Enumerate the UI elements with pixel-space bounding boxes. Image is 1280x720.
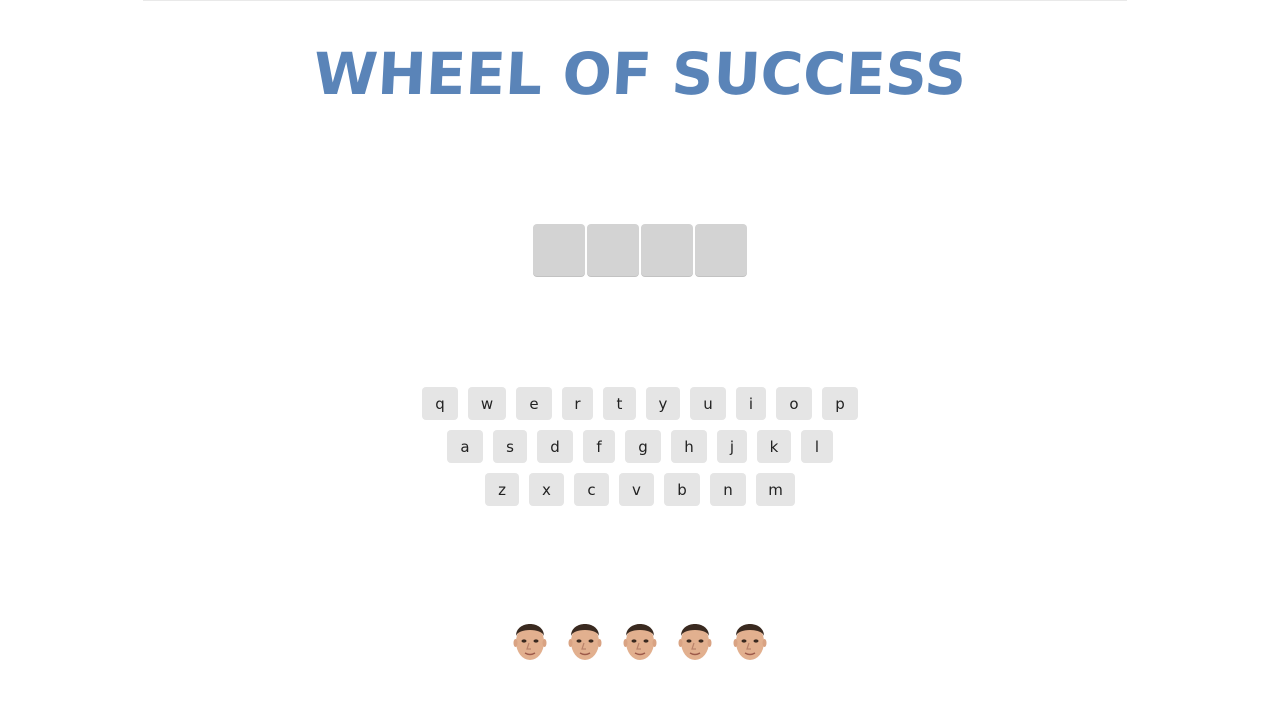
- key-h[interactable]: h: [671, 430, 707, 463]
- key-n[interactable]: n: [710, 473, 746, 506]
- key-c[interactable]: c: [574, 473, 609, 506]
- letter-tile: [587, 224, 639, 276]
- key-t[interactable]: t: [603, 387, 636, 420]
- face-icon: [677, 614, 713, 664]
- key-e[interactable]: e: [516, 387, 552, 420]
- face-icon: [622, 614, 658, 664]
- face-icon: [512, 614, 548, 664]
- key-f[interactable]: f: [583, 430, 615, 463]
- letter-tile: [533, 224, 585, 276]
- key-d[interactable]: d: [537, 430, 573, 463]
- key-p[interactable]: p: [822, 387, 858, 420]
- key-o[interactable]: o: [776, 387, 812, 420]
- key-a[interactable]: a: [447, 430, 483, 463]
- face-icon: [732, 614, 768, 664]
- keyboard-row-2: a s d f g h j k l: [0, 430, 1280, 473]
- phrase-board: [533, 224, 747, 276]
- keyboard-row-3: z x c v b n m: [0, 473, 1280, 516]
- key-r[interactable]: r: [562, 387, 593, 420]
- key-m[interactable]: m: [756, 473, 795, 506]
- game-title: WHEEL OF SUCCESS: [311, 40, 969, 108]
- key-l[interactable]: l: [801, 430, 833, 463]
- key-v[interactable]: v: [619, 473, 654, 506]
- key-k[interactable]: k: [757, 430, 791, 463]
- key-w[interactable]: w: [468, 387, 506, 420]
- key-s[interactable]: s: [493, 430, 527, 463]
- key-q[interactable]: q: [422, 387, 458, 420]
- key-b[interactable]: b: [664, 473, 700, 506]
- face-icon: [567, 614, 603, 664]
- key-x[interactable]: x: [529, 473, 564, 506]
- key-z[interactable]: z: [485, 473, 519, 506]
- lives-display: [512, 614, 768, 664]
- letter-tile: [695, 224, 747, 276]
- key-g[interactable]: g: [625, 430, 661, 463]
- keyboard-row-1: q w e r t y u i o p: [0, 387, 1280, 430]
- top-divider: [143, 0, 1127, 1]
- letter-tile: [641, 224, 693, 276]
- key-u[interactable]: u: [690, 387, 726, 420]
- key-y[interactable]: y: [646, 387, 680, 420]
- key-j[interactable]: j: [717, 430, 747, 463]
- key-i[interactable]: i: [736, 387, 766, 420]
- onscreen-keyboard: q w e r t y u i o p a s d f g h j k l z …: [0, 387, 1280, 516]
